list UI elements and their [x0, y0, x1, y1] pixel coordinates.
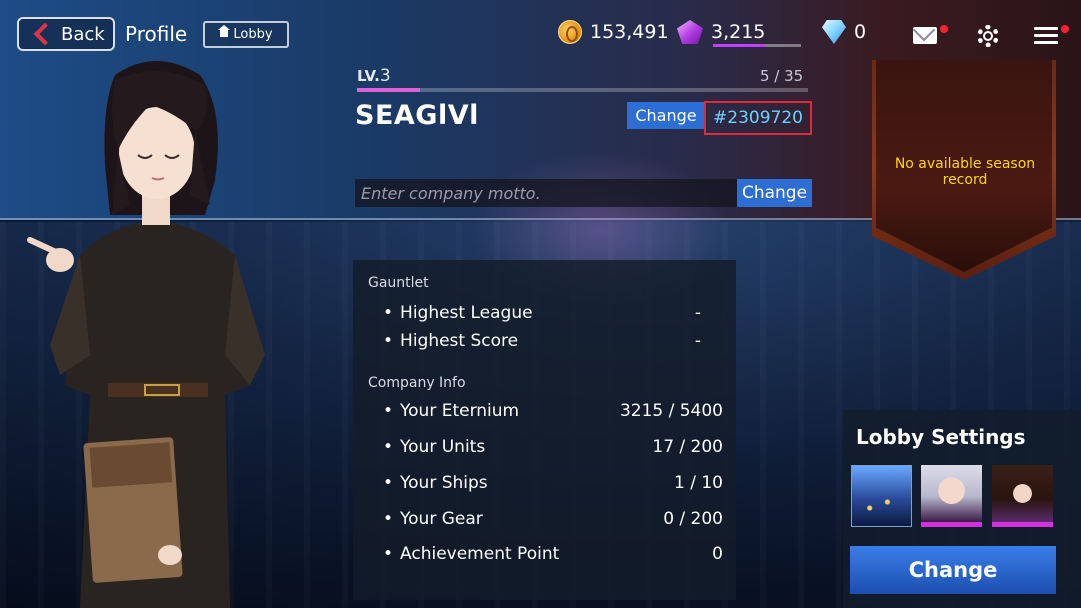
stat-value: 0 / 200 [663, 509, 723, 529]
stat-label: Achievement Point [383, 544, 559, 564]
menu-notification-dot [1061, 25, 1069, 33]
lobby-settings-panel: Lobby Settings Change [843, 410, 1081, 608]
eternium-capacity-fill [713, 44, 765, 47]
stat-label: Highest League [383, 303, 533, 323]
company-motto-input[interactable] [355, 179, 737, 207]
stat-row-gear: Your Gear 0 / 200 [383, 509, 723, 529]
season-record-text: No available season record [894, 156, 1036, 188]
stat-value: 1 / 10 [674, 473, 723, 493]
eternium-counter[interactable]: 3,215 [677, 20, 765, 44]
stat-row-ships: Your Ships 1 / 10 [383, 473, 723, 493]
lobby-settings-title: Lobby Settings [856, 425, 1026, 449]
eternium-crystal-icon [677, 20, 703, 44]
change-motto-button[interactable]: Change [737, 179, 812, 207]
diamond-amount: 0 [854, 21, 867, 43]
level-prefix: LV. [357, 67, 380, 85]
lobby-button[interactable]: Lobby [203, 21, 289, 48]
stat-value: 3215 / 5400 [619, 401, 723, 421]
gold-amount: 153,491 [590, 21, 669, 43]
lobby-character-thumbnail-1[interactable] [921, 465, 982, 527]
lobby-character-thumbnail-2[interactable] [992, 465, 1053, 527]
mail-notification-dot [940, 25, 948, 33]
menu-icon[interactable] [1034, 27, 1058, 45]
stat-label: Your Eternium [383, 401, 519, 421]
stat-value: 0 [712, 544, 723, 564]
stat-row-achievement-point: Achievement Point 0 [383, 544, 723, 564]
player-name: SEAGlVl [355, 100, 479, 131]
gear-icon[interactable] [977, 25, 999, 47]
eternium-amount: 3,215 [711, 21, 766, 43]
lobby-label: Lobby [233, 27, 273, 42]
mail-icon[interactable] [913, 27, 937, 44]
back-label: Back [61, 23, 105, 45]
change-name-button[interactable]: Change [627, 102, 705, 129]
stat-label: Your Gear [383, 509, 483, 529]
stat-value: 17 / 200 [652, 437, 723, 457]
player-level: LV.3 [357, 66, 391, 86]
page-title: Profile [125, 22, 188, 46]
stat-row-highest-score: Highest Score - [383, 331, 723, 351]
stat-label: Your Ships [383, 473, 488, 493]
eternium-capacity-bar [713, 44, 801, 47]
stat-value: - [694, 331, 701, 351]
stat-row-units: Your Units 17 / 200 [383, 437, 723, 457]
gold-counter[interactable]: 153,491 [558, 20, 669, 44]
company-info-section-title: Company Info [368, 375, 466, 391]
player-id[interactable]: #2309720 [704, 101, 812, 135]
exp-bar [357, 88, 808, 92]
stat-label: Highest Score [383, 331, 518, 351]
exp-fill [357, 88, 421, 92]
stat-row-highest-league: Highest League - [383, 303, 723, 323]
character-portrait [27, 61, 265, 608]
back-arrow-icon [33, 22, 57, 46]
stats-panel: Gauntlet Highest League - Highest Score … [353, 260, 736, 600]
exp-text: 5 / 35 [760, 67, 804, 85]
lobby-background-thumbnail[interactable] [851, 465, 912, 527]
back-button[interactable]: Back [17, 17, 115, 51]
lobby-change-button[interactable]: Change [850, 546, 1056, 594]
level-value: 3 [379, 66, 391, 86]
stat-row-eternium: Your Eternium 3215 / 5400 [383, 401, 723, 421]
stat-value: - [694, 303, 701, 323]
gold-coin-icon [558, 20, 582, 44]
diamond-counter[interactable]: 0 [822, 20, 866, 44]
diamond-icon [822, 20, 846, 44]
home-icon [218, 25, 231, 39]
gauntlet-section-title: Gauntlet [368, 275, 429, 291]
stat-label: Your Units [383, 437, 485, 457]
